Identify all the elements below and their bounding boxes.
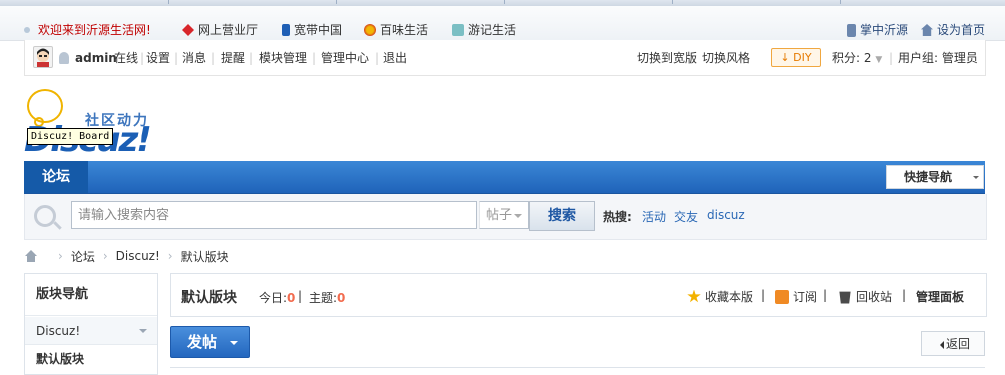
divider: | [298, 289, 303, 303]
broadband-logo-icon [282, 24, 290, 36]
hot-search-link[interactable]: 交友 [674, 208, 698, 225]
favorite-board-link[interactable]: 收藏本版 [687, 288, 753, 305]
divider: | [823, 288, 828, 302]
mobile-phone-icon [847, 23, 856, 37]
avatar[interactable] [33, 46, 53, 68]
link-travel-life[interactable]: 游记生活 [452, 22, 516, 38]
switch-wide-link[interactable]: 切换到宽版 [637, 50, 697, 66]
bullet-icon [24, 27, 30, 33]
divider: | [174, 51, 179, 65]
rss-icon [775, 289, 789, 304]
menu-messages[interactable]: 消息 [182, 50, 206, 66]
search-type-select[interactable]: 帖子 [479, 201, 529, 229]
home-icon [921, 24, 933, 36]
chevron-down-icon[interactable] [230, 341, 238, 349]
quick-nav-dropdown-icon[interactable] [969, 165, 984, 189]
online-status[interactable]: 在线 [114, 50, 138, 66]
forum-header: 默认版块 今日:0 | 主题:0 收藏本版 | 订阅 | 回收站 | 管理面板 [170, 273, 987, 317]
manage-panel-link[interactable]: 管理面板 [916, 288, 964, 305]
nav-tab-forum[interactable]: 论坛 [24, 161, 88, 193]
switch-style-link[interactable]: 切换风格 [702, 50, 750, 66]
recycle-bin-link[interactable]: 回收站 [838, 288, 892, 305]
breadcrumb-group[interactable]: Discuz! [116, 249, 160, 263]
today-stat: 今日:0 [259, 291, 296, 305]
menu-settings[interactable]: 设置 [146, 50, 170, 66]
breadcrumb-separator: › [167, 249, 173, 263]
menu-notifications[interactable]: 提醒 [221, 50, 245, 66]
divider: | [249, 51, 254, 65]
home-icon[interactable] [24, 250, 38, 262]
food-icon [364, 24, 376, 36]
logo-tooltip: Discuz! Board [27, 128, 114, 145]
search-icon-handle [53, 221, 62, 230]
user-bar: admin 在线 | 设置 | 消息 | 提醒 | 模块管理 | 管理中心 | … [24, 40, 986, 76]
forum-nav-sidebar: 版块导航 Discuz! 默认版块 [24, 273, 158, 375]
trash-icon [839, 291, 851, 304]
search-input[interactable]: 请输入搜索内容 [71, 201, 477, 229]
main-nav-bar: 论坛 快捷导航 [24, 161, 985, 194]
subscribe-link[interactable]: 订阅 [775, 288, 817, 305]
breadcrumb-separator: › [102, 249, 108, 263]
divider: | [211, 51, 216, 65]
back-button[interactable]: 返回 [921, 331, 985, 356]
divider: | [375, 51, 380, 65]
star-icon [687, 289, 701, 303]
menu-module-manage[interactable]: 模块管理 [259, 50, 307, 66]
hot-search-label: 热搜: [603, 210, 632, 224]
sidebar-group-toggle[interactable]: Discuz! [25, 317, 157, 345]
travel-icon [452, 24, 464, 36]
new-post-button[interactable]: 发帖 [170, 326, 250, 358]
link-broadband[interactable]: 宽带中国 [282, 22, 342, 38]
breadcrumb-current[interactable]: 默认版块 [181, 248, 229, 265]
divider [170, 367, 985, 368]
breadcrumb-forum[interactable]: 论坛 [71, 248, 95, 265]
topics-stat: 主题:0 [309, 291, 346, 305]
link-online-hall[interactable]: 网上营业厅 [182, 22, 258, 38]
divider: | [140, 51, 145, 65]
divider: | [312, 51, 317, 65]
sidebar-item-default-board[interactable]: 默认版块 [25, 346, 157, 372]
welcome-link[interactable]: 欢迎来到沂源生活网! [24, 22, 151, 38]
points-dropdown[interactable]: 积分: 2 ▼ [832, 50, 882, 66]
link-mobile[interactable]: 掌中沂源 [847, 22, 908, 38]
username-link[interactable]: admin [75, 50, 117, 66]
divider: | [761, 288, 766, 302]
search-button[interactable]: 搜索 [529, 201, 595, 231]
user-icon [59, 52, 69, 64]
unicom-logo-icon [182, 24, 194, 36]
diy-button[interactable]: ↓ DIY [771, 48, 821, 67]
diy-arrow-icon: ↓ [780, 51, 790, 64]
divider: | [889, 51, 894, 65]
search-bar: 请输入搜索内容 帖子 搜索 热搜: 活动 交友 discuz [24, 194, 987, 240]
breadcrumb-separator: › [58, 249, 63, 263]
user-group-link[interactable]: 用户组: 管理员 [898, 50, 978, 66]
site-links-bar: 欢迎来到沂源生活网! 网上营业厅 宽带中国 百味生活 游记生活 掌中沂源 设为首… [0, 6, 1005, 41]
divider: | [902, 288, 907, 302]
link-food-life[interactable]: 百味生活 [364, 22, 428, 38]
hot-search-link[interactable]: discuz [707, 208, 745, 222]
hot-search-link[interactable]: 活动 [642, 208, 666, 225]
menu-logout[interactable]: 退出 [383, 50, 407, 66]
sidebar-title: 版块导航 [25, 274, 157, 316]
logo-bubble-icon [27, 89, 63, 123]
link-set-homepage[interactable]: 设为首页 [921, 22, 985, 38]
breadcrumb: › 论坛 › Discuz! › 默认版块 [24, 248, 229, 264]
quick-nav-button[interactable]: 快捷导航 [886, 165, 970, 189]
chevron-down-icon: ▼ [875, 55, 883, 65]
forum-title: 默认版块 [181, 290, 237, 306]
menu-admin-center[interactable]: 管理中心 [321, 50, 369, 66]
